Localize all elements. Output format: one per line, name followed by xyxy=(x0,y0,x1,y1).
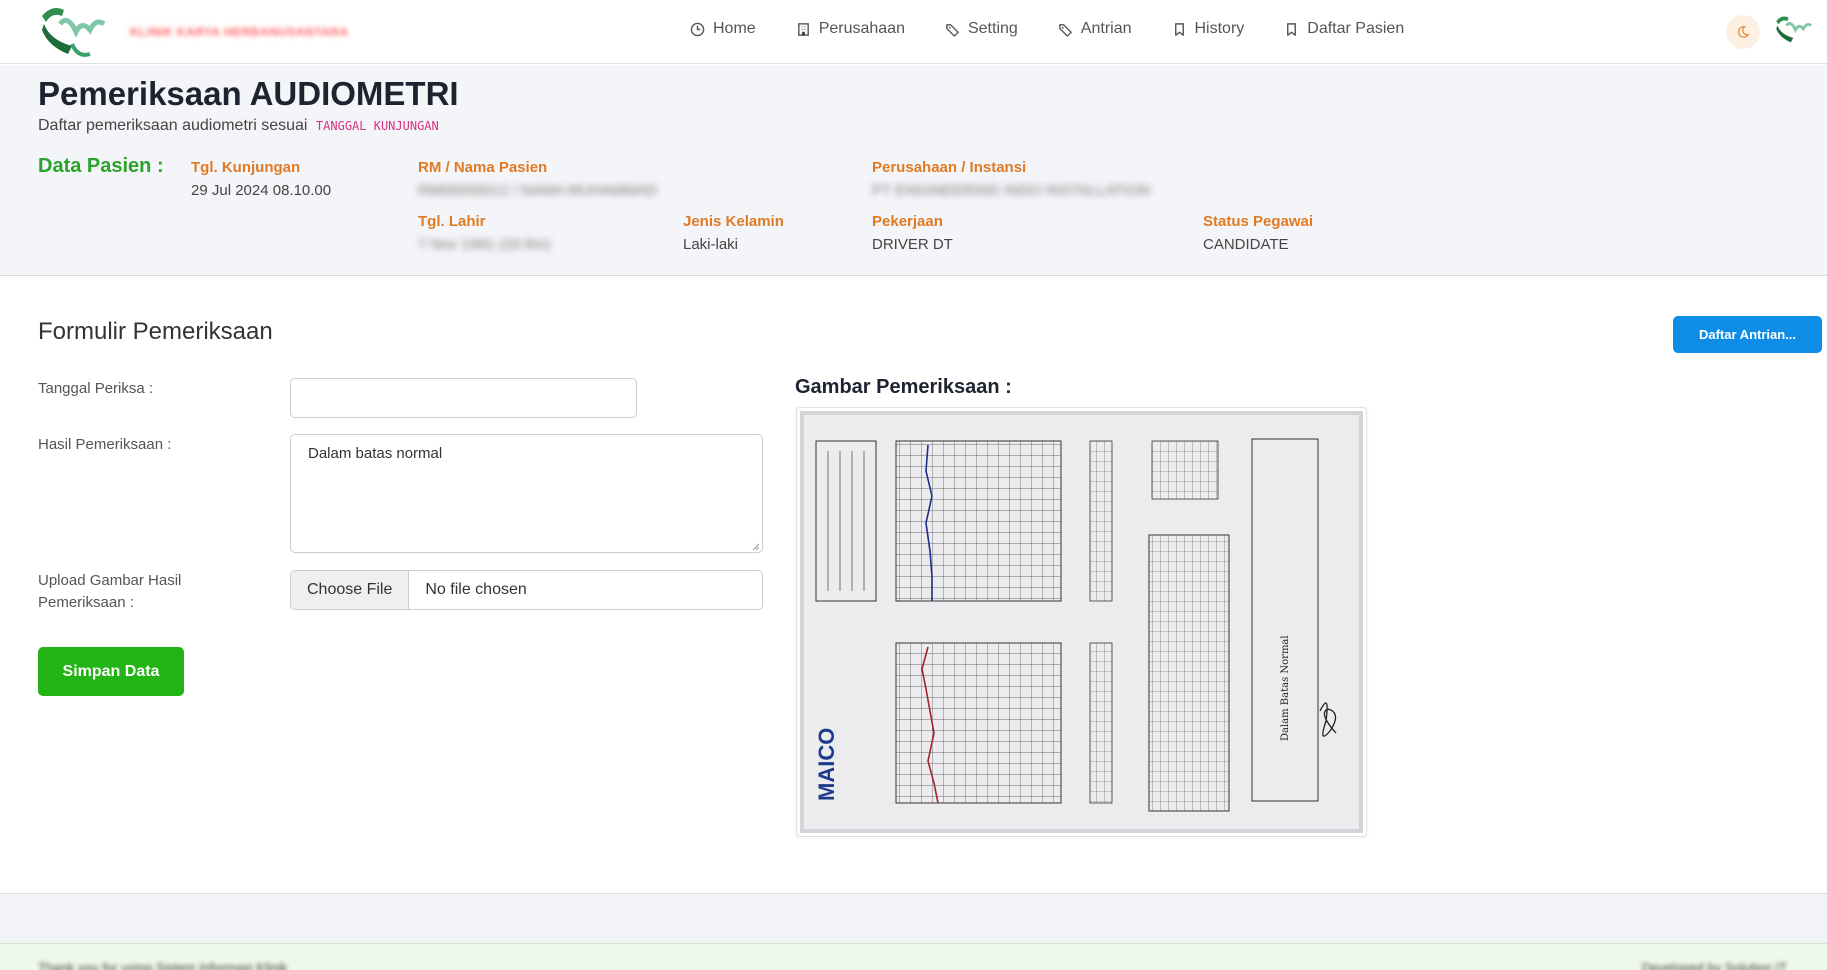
nav-daftar-pasien-label: Daftar Pasien xyxy=(1307,20,1405,37)
user-avatar[interactable] xyxy=(1774,10,1818,55)
upload-gambar-label: Upload Gambar Hasil Pemeriksaan : xyxy=(38,572,182,611)
gambar-pemeriksaan-title: Gambar Pemeriksaan : xyxy=(795,376,1012,398)
nav-setting-label: Setting xyxy=(967,20,1018,37)
nav-daftar-pasien[interactable]: Daftar Pasien xyxy=(1284,20,1404,38)
resize-handle-icon[interactable] xyxy=(752,543,760,551)
field-tgl-lahir: Tgl. Lahir 7 Nov 1991 (33 thn) xyxy=(418,213,551,253)
file-status-text: No file chosen xyxy=(425,581,527,598)
hasil-pemeriksaan-textarea[interactable]: Dalam batas normal xyxy=(290,434,763,553)
field-jenis-kelamin: Jenis Kelamin Laki-laki xyxy=(683,213,784,253)
data-pasien-label: Data Pasien : xyxy=(38,155,164,177)
patient-header: Pemeriksaan AUDIOMETRI Daftar pemeriksaa… xyxy=(0,65,1827,276)
hasil-pemeriksaan-label: Hasil Pemeriksaan : xyxy=(38,436,172,453)
nav-setting[interactable]: Setting xyxy=(945,20,1018,38)
footer-bar: Thank you for using Sistem Informasi Kli… xyxy=(0,943,1827,970)
clock-icon xyxy=(690,22,705,36)
main-menu: Home Perusahaan Setting Antrian History … xyxy=(690,20,1444,38)
tag-icon xyxy=(946,23,959,37)
audiogram-scan: Dalam Batas Normal MAICO xyxy=(800,411,1363,833)
field-rm-nama: RM / Nama Pasien RM00000012 / NAMA MUHAM… xyxy=(418,159,658,199)
nav-home-label: Home xyxy=(713,20,756,37)
footer-spacer xyxy=(0,893,1827,943)
nav-perusahaan[interactable]: Perusahaan xyxy=(796,20,905,38)
subtitle-code: TANGGAL KUNJUNGAN xyxy=(315,119,439,133)
field-tgl-kunjungan: Tgl. Kunjungan 29 Jul 2024 08.10.00 xyxy=(191,159,332,199)
tanggal-periksa-label: Tanggal Periksa : xyxy=(38,380,154,397)
handwritten-note: Dalam Batas Normal xyxy=(1280,635,1291,741)
tanggal-periksa-input[interactable] xyxy=(290,378,637,418)
nav-history[interactable]: History xyxy=(1172,20,1245,38)
brand[interactable]: KLINIK KARYA HERBANUSANTARA xyxy=(38,2,349,62)
clinic-logo-icon xyxy=(1776,16,1813,43)
form-title: Formulir Pemeriksaan xyxy=(38,318,273,345)
bookmark-icon xyxy=(1287,22,1297,36)
upload-file-input[interactable]: Choose File No file chosen xyxy=(290,570,763,610)
clinic-logo-icon xyxy=(42,8,106,57)
field-perusahaan: Perusahaan / Instansi PT ENGINEERING IND… xyxy=(872,159,1151,199)
footer-left-text: Thank you for using Sistem Informasi Kli… xyxy=(38,960,288,970)
theme-toggle-button[interactable] xyxy=(1726,15,1760,49)
bookmark-icon xyxy=(1174,22,1184,36)
building-icon xyxy=(797,22,809,36)
moon-icon xyxy=(1737,26,1750,38)
nav-home[interactable]: Home xyxy=(690,20,756,38)
tag-icon xyxy=(1058,23,1072,37)
brand-name: KLINIK KARYA HERBANUSANTARA xyxy=(130,25,349,39)
simpan-data-button[interactable]: Simpan Data xyxy=(38,647,184,696)
top-navbar: KLINIK KARYA HERBANUSANTARA Home Perusah… xyxy=(0,0,1827,64)
choose-file-button[interactable]: Choose File xyxy=(291,571,410,609)
daftar-antrian-button[interactable]: Daftar Antrian... xyxy=(1673,316,1822,353)
field-pekerjaan: Pekerjaan DRIVER DT xyxy=(872,213,953,253)
audiogram-image: Dalam Batas Normal MAICO xyxy=(796,407,1367,837)
page-subtitle: Daftar pemeriksaan audiometri sesuai TAN… xyxy=(38,117,439,134)
nav-history-label: History xyxy=(1194,20,1245,37)
field-status-pegawai: Status Pegawai CANDIDATE xyxy=(1203,213,1314,253)
nav-antrian[interactable]: Antrian xyxy=(1058,20,1132,38)
nav-antrian-label: Antrian xyxy=(1080,20,1132,37)
page-title: Pemeriksaan AUDIOMETRI xyxy=(38,75,459,112)
maico-brand: MAICO xyxy=(814,728,839,801)
nav-perusahaan-label: Perusahaan xyxy=(818,20,905,37)
footer-right-text: Developed by Solution IT xyxy=(1641,960,1787,970)
